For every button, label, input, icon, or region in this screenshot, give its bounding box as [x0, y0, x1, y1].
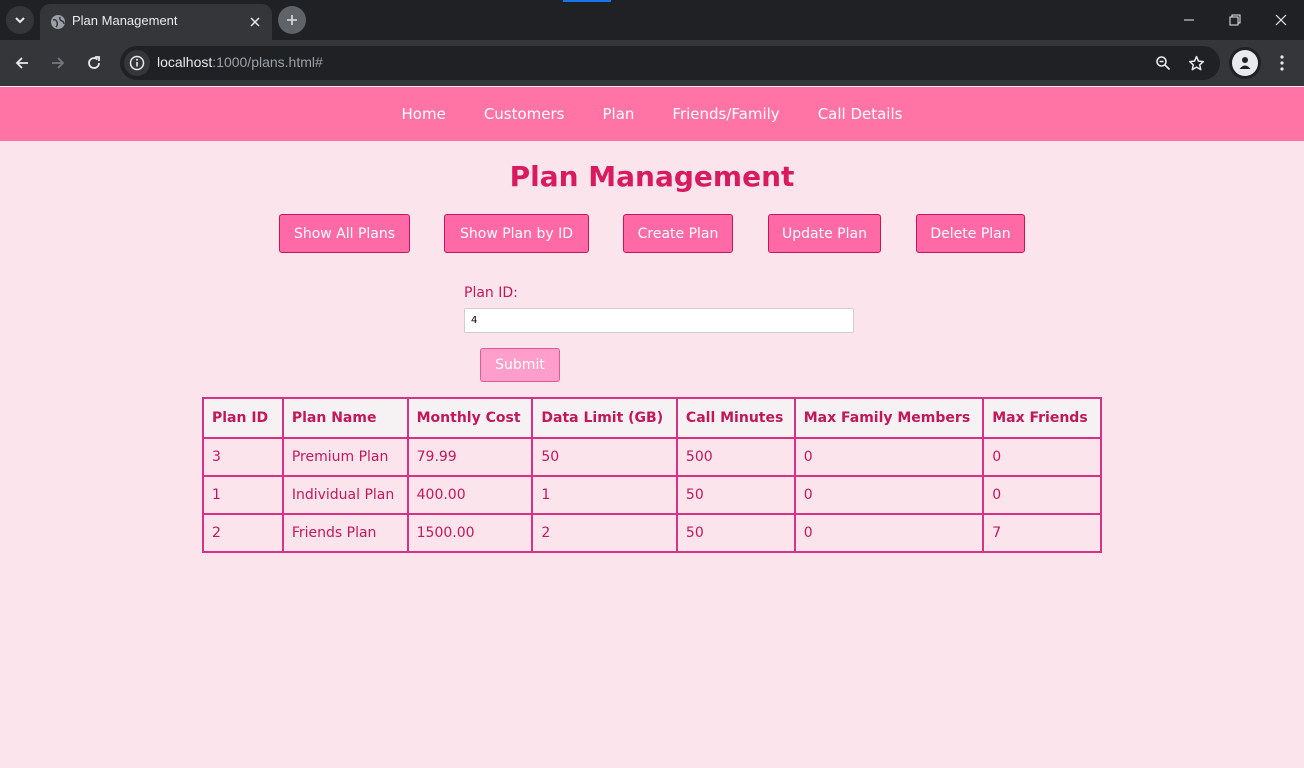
- table-cell: 0: [982, 475, 1102, 515]
- table-row: 2 Friends Plan 1500.00 2 50 0 7: [202, 513, 1102, 553]
- close-tab-icon[interactable]: [246, 13, 264, 31]
- browser-toolbar: localhost:1000/plans.html#: [0, 40, 1304, 86]
- restore-button[interactable]: [1212, 0, 1258, 40]
- star-icon[interactable]: [1186, 53, 1206, 73]
- close-window-button[interactable]: [1258, 0, 1304, 40]
- profile-button[interactable]: [1229, 47, 1261, 79]
- show-all-plans-button[interactable]: Show All Plans: [279, 214, 410, 253]
- arrow-right-icon: [52, 57, 65, 69]
- url-path: :1000/plans.html#: [212, 54, 323, 70]
- table-cell: 0: [793, 475, 985, 515]
- arrow-left-icon: [15, 57, 28, 69]
- plus-icon: [287, 15, 297, 25]
- column-header-call-minutes: Call Minutes: [675, 397, 796, 439]
- address-bar[interactable]: localhost:1000/plans.html#: [120, 46, 1220, 80]
- table-row: 3 Premium Plan 79.99 50 500 0 0: [202, 437, 1102, 477]
- table-cell: 0: [793, 513, 985, 553]
- chevron-down-icon: [15, 17, 25, 24]
- table-cell: Friends Plan: [281, 513, 409, 553]
- plan-id-label: Plan ID:: [464, 285, 518, 301]
- plans-table: Plan ID Plan Name Monthly Cost Data Limi…: [202, 397, 1102, 553]
- site-info-button[interactable]: [124, 50, 150, 76]
- table-cell: 400.00: [406, 475, 534, 515]
- table-cell: Individual Plan: [281, 475, 409, 515]
- avatar: [1232, 50, 1258, 76]
- column-header-data-limit: Data Limit (GB): [531, 397, 678, 439]
- table-cell: Premium Plan: [281, 437, 409, 477]
- forward-button[interactable]: [43, 48, 73, 78]
- nav-link-friends-family[interactable]: Friends/Family: [672, 105, 779, 123]
- url-text: localhost:1000/plans.html#: [157, 54, 323, 70]
- nav-link-call-details[interactable]: Call Details: [818, 105, 903, 123]
- show-plan-by-id-button[interactable]: Show Plan by ID: [444, 214, 589, 253]
- column-header-max-friends: Max Friends: [982, 397, 1102, 439]
- person-icon: [1239, 57, 1251, 69]
- reload-button[interactable]: [79, 48, 109, 78]
- restore-icon: [1229, 14, 1241, 26]
- close-icon: [1275, 14, 1287, 26]
- create-plan-button[interactable]: Create Plan: [623, 214, 733, 253]
- table-cell: 0: [982, 437, 1102, 477]
- table-cell: 50: [531, 437, 678, 477]
- table-cell: 1: [202, 475, 284, 515]
- column-header-plan-name: Plan Name: [281, 397, 409, 439]
- table-cell: 1: [531, 475, 678, 515]
- browser-tab-bar: Plan Management: [0, 0, 1304, 40]
- info-icon: [129, 55, 145, 71]
- plan-id-input[interactable]: [464, 308, 854, 333]
- reload-icon: [88, 56, 100, 69]
- zoom-icon[interactable]: [1153, 53, 1173, 73]
- table-cell: 50: [675, 513, 796, 553]
- table-row: 1 Individual Plan 400.00 1 50 0 0: [202, 475, 1102, 515]
- browser-menu-button[interactable]: [1270, 50, 1294, 76]
- minimize-icon: [1184, 19, 1194, 21]
- tab-strip-accent: [563, 0, 611, 2]
- table-cell: 1500.00: [406, 513, 534, 553]
- column-header-monthly-cost: Monthly Cost: [406, 397, 534, 439]
- tab-search-button[interactable]: [6, 6, 34, 34]
- table-cell: 3: [202, 437, 284, 477]
- nav-link-customers[interactable]: Customers: [484, 105, 565, 123]
- table-header-row: Plan ID Plan Name Monthly Cost Data Limi…: [202, 397, 1102, 439]
- back-button[interactable]: [7, 48, 37, 78]
- globe-icon: [51, 15, 65, 29]
- column-header-max-family-members: Max Family Members: [793, 397, 985, 439]
- more-vert-icon: [1280, 55, 1284, 71]
- minimize-button[interactable]: [1166, 0, 1212, 40]
- nav-link-plan[interactable]: Plan: [603, 105, 635, 123]
- site-nav: Home Customers Plan Friends/Family Call …: [0, 87, 1304, 141]
- nav-link-home[interactable]: Home: [402, 105, 446, 123]
- table-cell: 79.99: [406, 437, 534, 477]
- table-cell: 2: [202, 513, 284, 553]
- new-tab-button[interactable]: [278, 6, 306, 34]
- table-cell: 2: [531, 513, 678, 553]
- delete-plan-button[interactable]: Delete Plan: [916, 214, 1025, 253]
- tab-title: Plan Management: [72, 13, 178, 28]
- submit-button[interactable]: Submit: [480, 348, 560, 382]
- table-cell: 0: [793, 437, 985, 477]
- page-title: Plan Management: [509, 160, 795, 193]
- table-cell: 50: [675, 475, 796, 515]
- column-header-plan-id: Plan ID: [202, 397, 284, 439]
- update-plan-button[interactable]: Update Plan: [768, 214, 881, 253]
- table-cell: 7: [982, 513, 1102, 553]
- browser-tab[interactable]: Plan Management: [40, 4, 272, 40]
- table-cell: 500: [675, 437, 796, 477]
- url-host: localhost: [157, 54, 213, 70]
